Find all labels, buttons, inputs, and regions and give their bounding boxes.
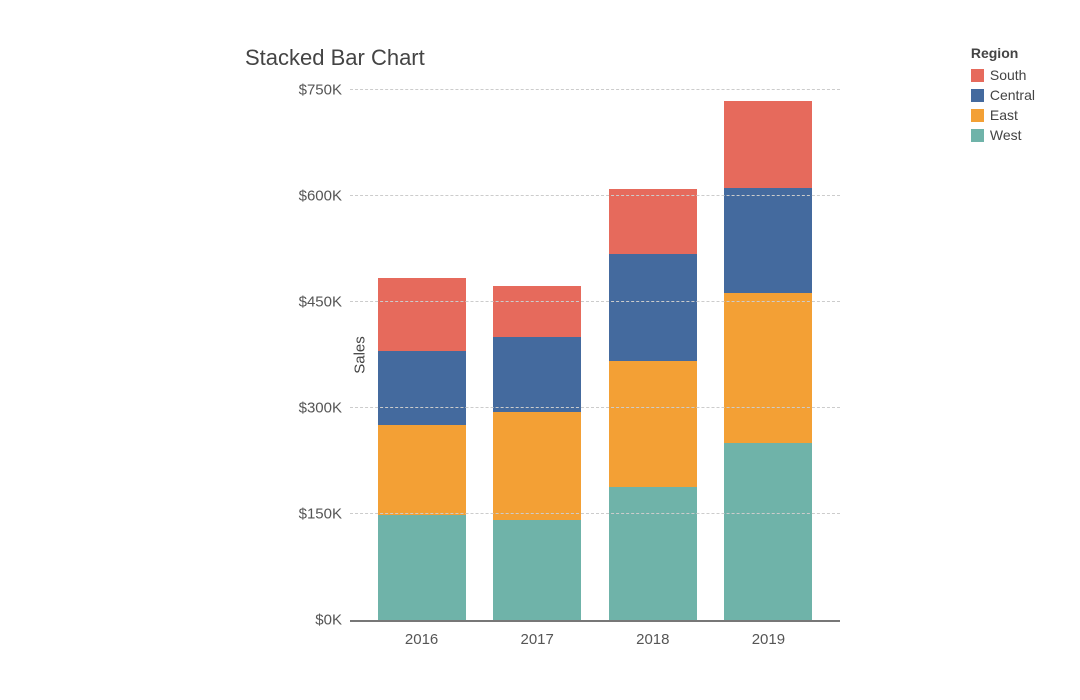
legend-label: West	[990, 125, 1022, 145]
bars-container	[350, 90, 840, 620]
gridline	[350, 89, 840, 90]
y-tick-label: $0K	[315, 612, 342, 629]
legend-label: East	[990, 105, 1018, 125]
x-tick-label: 2017	[521, 631, 554, 648]
chart-title: Stacked Bar Chart	[245, 45, 425, 71]
legend-swatch	[971, 109, 984, 122]
bar-segment	[493, 520, 581, 620]
plot-area: Sales $0K$150K$300K$450K$600K$750K201620…	[350, 90, 840, 622]
legend-swatch	[971, 129, 984, 142]
bar-segment	[493, 337, 581, 412]
legend-title: Region	[971, 45, 1035, 61]
y-tick-label: $450K	[299, 294, 342, 311]
bar-segment	[724, 188, 812, 293]
bar-segment	[724, 443, 812, 620]
legend-item: Central	[971, 85, 1035, 105]
bar-segment	[609, 361, 697, 487]
bar-segment	[378, 278, 466, 351]
bar-segment	[609, 487, 697, 620]
bar-segment	[724, 101, 812, 188]
bar-column	[378, 278, 466, 620]
gridline	[350, 301, 840, 302]
bar-segment	[609, 189, 697, 254]
bar-column	[493, 286, 581, 620]
legend-swatch	[971, 89, 984, 102]
bar-segment	[493, 412, 581, 520]
legend-label: Central	[990, 85, 1035, 105]
bar-column	[609, 189, 697, 620]
y-tick-label: $750K	[299, 82, 342, 99]
x-tick-label: 2019	[752, 631, 785, 648]
bar-segment	[609, 254, 697, 361]
bar-segment	[378, 351, 466, 425]
bar-segment	[378, 515, 466, 620]
legend-item: South	[971, 65, 1035, 85]
bar-segment	[378, 425, 466, 515]
legend-swatch	[971, 69, 984, 82]
gridline	[350, 407, 840, 408]
bar-segment	[724, 293, 812, 444]
bar-column	[724, 101, 812, 620]
bar-segment	[493, 286, 581, 337]
stacked-bar-chart: Stacked Bar Chart Sales $0K$150K$300K$45…	[245, 45, 1065, 665]
legend-item: East	[971, 105, 1035, 125]
y-tick-label: $150K	[299, 506, 342, 523]
x-tick-label: 2018	[636, 631, 669, 648]
y-tick-label: $600K	[299, 188, 342, 205]
y-tick-label: $300K	[299, 400, 342, 417]
gridline	[350, 513, 840, 514]
legend-item: West	[971, 125, 1035, 145]
x-tick-label: 2016	[405, 631, 438, 648]
legend-label: South	[990, 65, 1027, 85]
legend: Region SouthCentralEastWest	[971, 45, 1035, 145]
gridline	[350, 195, 840, 196]
